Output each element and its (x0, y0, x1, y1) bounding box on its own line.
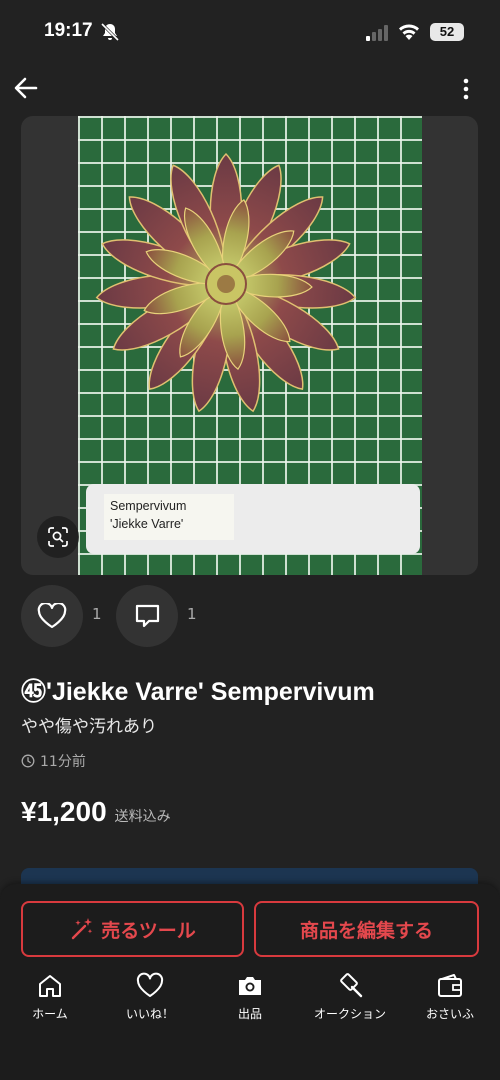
sell-tools-label: 売るツール (101, 919, 196, 942)
shipping-note: 送料込み (114, 809, 171, 825)
tab-bar: ホーム いいね！ 出品 オークション おさいふ (0, 972, 500, 1032)
heart-icon (136, 972, 164, 997)
heart-icon (37, 603, 67, 629)
item-condition: やや傷や汚れあり (21, 717, 157, 737)
comment-icon (135, 604, 160, 628)
tab-auction-label: オークション (313, 1007, 386, 1021)
magic-wand-icon (71, 918, 93, 940)
like-button[interactable] (21, 585, 83, 647)
item-detail-screen: 19:17 52 Sempervivum 'Jiekke Varre' 1 1 … (0, 0, 500, 1080)
tab-likes[interactable]: いいね！ (100, 972, 200, 1032)
product-title: ㊺'Jiekke Varre' Sempervivum (21, 678, 375, 706)
tab-home[interactable]: ホーム (0, 972, 100, 1032)
tab-wallet-label: おさいふ (425, 1007, 474, 1021)
bell-off-icon (100, 22, 120, 42)
like-count: 1 (92, 605, 102, 623)
tag-line-1: Sempervivum (110, 499, 187, 513)
status-bar: 19:17 52 (0, 0, 500, 66)
camera-icon (239, 977, 261, 995)
posted-time: 11分前 (40, 754, 86, 770)
product-photo[interactable]: Sempervivum 'Jiekke Varre' (78, 116, 422, 575)
home-icon (39, 975, 61, 997)
bottom-action-sheet: 売るツール 商品を編集する ホーム いいね！ 出品 オークション おさいふ (0, 884, 500, 1080)
tab-home-label: ホーム (32, 1007, 68, 1021)
tag-line-2: 'Jiekke Varre' (110, 517, 184, 531)
comment-count: 1 (187, 605, 197, 623)
wifi-icon (399, 24, 419, 40)
price: ¥1,200 (21, 796, 107, 827)
signal-icon (366, 25, 388, 41)
sell-tools-button[interactable]: 売るツール (21, 901, 244, 957)
comment-button[interactable] (116, 585, 178, 647)
status-time: 19:17 (44, 20, 93, 41)
tab-listing-label: 出品 (237, 1007, 262, 1021)
battery-icon: 52 (430, 23, 464, 41)
edit-item-button[interactable]: 商品を編集する (254, 901, 479, 957)
tab-wallet[interactable]: おさいふ (400, 972, 500, 1032)
product-image-frame[interactable]: Sempervivum 'Jiekke Varre' (21, 116, 478, 575)
plant-name-tag: Sempervivum 'Jiekke Varre' (86, 484, 420, 554)
gavel-icon (340, 973, 363, 998)
lens-search-icon (48, 527, 68, 547)
back-arrow-icon[interactable] (12, 74, 40, 102)
more-vertical-icon[interactable] (454, 76, 478, 102)
image-search-button[interactable] (37, 516, 79, 558)
tab-likes-label: いいね！ (125, 1007, 174, 1021)
plant-name-tag-text: Sempervivum 'Jiekke Varre' (104, 494, 234, 540)
price-row: ¥1,200 送料込み (21, 796, 171, 828)
posted-time-row: 11分前 (21, 751, 86, 771)
tab-listing[interactable]: 出品 (200, 972, 300, 1032)
wallet-icon (438, 974, 462, 997)
clock-icon (21, 754, 35, 768)
edit-item-label: 商品を編集する (299, 919, 433, 942)
tab-auction[interactable]: オークション (300, 972, 400, 1032)
